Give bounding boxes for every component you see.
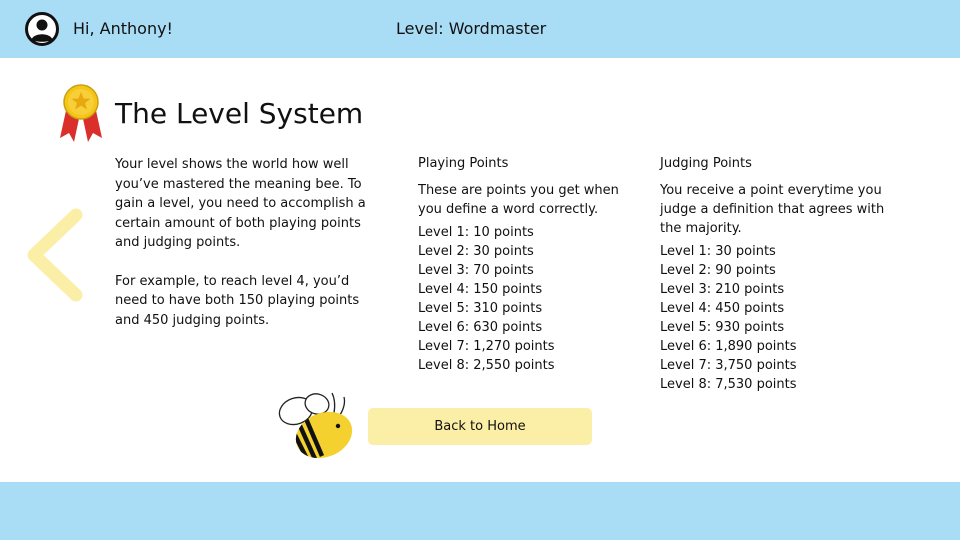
intro-paragraph: For example, to reach level 4, you’d nee… — [115, 273, 360, 328]
intro-paragraph: Your level shows the world how well you’… — [115, 157, 366, 250]
back-to-home-button[interactable]: Back to Home — [368, 408, 592, 445]
top-bar: Hi, Anthony! Level: Wordmaster — [0, 0, 960, 58]
current-level-label: Level: Wordmaster — [396, 19, 547, 38]
judging-points-description: You receive a point everytime you judge … — [660, 183, 885, 236]
list-item: Level 1: 30 points — [660, 244, 776, 259]
playing-points-section: Playing Points These are points you get … — [418, 155, 638, 375]
award-medal-icon — [60, 84, 102, 142]
intro-text: Your level shows the world how well you’… — [115, 155, 380, 349]
list-item: Level 8: 2,550 points — [418, 358, 555, 373]
list-item: Level 4: 150 points — [418, 282, 543, 297]
list-item: Level 4: 450 points — [660, 301, 785, 316]
judging-points-list: Level 1: 30 points Level 2: 90 points Le… — [660, 242, 900, 394]
greeting-text: Hi, Anthony! — [73, 19, 173, 38]
user-circle-icon[interactable] — [25, 12, 59, 46]
list-item: Level 6: 630 points — [418, 320, 543, 335]
list-item: Level 1: 10 points — [418, 225, 534, 240]
list-item: Level 2: 90 points — [660, 263, 776, 278]
list-item: Level 8: 7,530 points — [660, 377, 797, 392]
bee-icon — [278, 392, 353, 463]
judging-points-section: Judging Points You receive a point every… — [660, 155, 900, 394]
playing-points-description: These are points you get when you define… — [418, 183, 619, 217]
list-item: Level 7: 3,750 points — [660, 358, 797, 373]
list-item: Level 5: 310 points — [418, 301, 543, 316]
list-item: Level 6: 1,890 points — [660, 339, 797, 354]
playing-points-list: Level 1: 10 points Level 2: 30 points Le… — [418, 223, 638, 375]
list-item: Level 2: 30 points — [418, 244, 534, 259]
page-title: The Level System — [115, 97, 364, 130]
list-item: Level 7: 1,270 points — [418, 339, 555, 354]
judging-points-heading: Judging Points — [660, 156, 752, 171]
list-item: Level 5: 930 points — [660, 320, 785, 335]
chevron-left-icon[interactable] — [20, 205, 90, 305]
list-item: Level 3: 70 points — [418, 263, 534, 278]
playing-points-heading: Playing Points — [418, 156, 509, 171]
list-item: Level 3: 210 points — [660, 282, 785, 297]
bottom-bar — [0, 482, 960, 540]
